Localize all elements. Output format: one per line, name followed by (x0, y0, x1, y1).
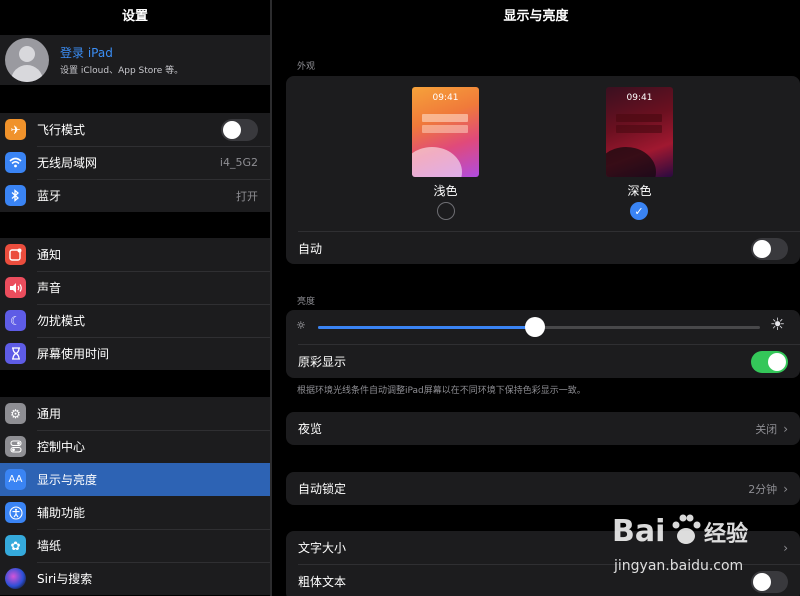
notifications-group: 通知 声音 ☾ 勿扰模式 屏幕使用时间 (0, 238, 270, 370)
sidebar-item-label: 勿扰模式 (37, 314, 86, 328)
sidebar-item-label: 屏幕使用时间 (37, 347, 110, 361)
appearance-section-label: 外观 (297, 62, 316, 72)
appearance-card: 09:41 浅色 09:41 深色 ✓ 自动 (286, 76, 800, 264)
night-shift-card: 夜览 关闭 › (286, 412, 800, 445)
light-mode-preview[interactable]: 09:41 (412, 87, 479, 177)
sidebar: 设置 登录 iPad 设置 iCloud、App Store 等。 ✈ 飞行模式… (0, 0, 270, 596)
brightness-high-icon: ☀ (770, 315, 786, 335)
true-tone-footnote: 根据环境光线条件自动调整iPad屏幕以在不同环境下保持色彩显示一致。 (297, 386, 586, 396)
control-center-icon (5, 436, 26, 457)
light-mode-radio[interactable] (437, 202, 455, 220)
siri-icon (5, 568, 26, 589)
sidebar-item-label: 通知 (37, 248, 62, 262)
auto-lock-row[interactable]: 自动锁定 2分钟 › (286, 472, 800, 505)
true-tone-label: 原彩显示 (298, 355, 347, 369)
sidebar-item-wallpaper[interactable]: ✿ 墙纸 (0, 529, 270, 562)
watermark-url: jingyan.baidu.com (614, 558, 744, 574)
sidebar-item-label: 声音 (37, 281, 62, 295)
brightness-slider-thumb[interactable] (524, 317, 545, 337)
brightness-section-label: 亮度 (297, 297, 316, 307)
light-preview-time: 09:41 (432, 93, 459, 103)
auto-appearance-label: 自动 (298, 242, 323, 256)
wifi-network-value: i4_5G2 (219, 156, 258, 169)
bluetooth-value: 打开 (236, 189, 258, 203)
light-mode-label: 浅色 (433, 184, 458, 198)
dark-preview-time: 09:41 (626, 93, 653, 103)
hourglass-icon (5, 343, 26, 364)
dark-mode-label: 深色 (627, 184, 652, 198)
sidebar-item-label: Siri与搜索 (37, 572, 93, 586)
brightness-slider-fill (318, 326, 535, 329)
watermark-brand: Bai (612, 514, 666, 549)
chevron-right-icon: › (783, 421, 788, 436)
auto-lock-card: 自动锁定 2分钟 › (286, 472, 800, 505)
sidebar-item-label: 显示与亮度 (37, 473, 98, 487)
sidebar-item-do-not-disturb[interactable]: ☾ 勿扰模式 (0, 304, 270, 337)
sidebar-item-general[interactable]: ⚙ 通用 (0, 397, 270, 430)
bluetooth-icon (5, 185, 26, 206)
auto-appearance-row: 自动 (286, 232, 800, 265)
true-tone-row: 原彩显示 (286, 345, 800, 378)
baidu-jingyan-watermark: Bai 经验 jingyan.baidu.com (612, 508, 792, 592)
sidebar-item-siri-search[interactable]: Siri与搜索 (0, 562, 270, 595)
wifi-icon (5, 152, 26, 173)
signin-label: 登录 iPad (60, 46, 113, 60)
night-shift-row[interactable]: 夜览 关闭 › (286, 412, 800, 445)
sidebar-item-wifi[interactable]: 无线局域网 i4_5G2 (0, 146, 270, 179)
sidebar-item-display-brightness[interactable]: AA 显示与亮度 (0, 463, 270, 496)
dark-mode-radio[interactable]: ✓ (630, 202, 648, 220)
sidebar-item-accessibility[interactable]: 辅助功能 (0, 496, 270, 529)
sidebar-item-label: 辅助功能 (37, 506, 86, 520)
display-brightness-pane: 显示与亮度 外观 09:41 浅色 09:41 深色 ✓ 自动 亮度 ☼ ☀ 原… (272, 0, 800, 596)
paw-icon (672, 514, 701, 544)
general-group: ⚙ 通用 控制中心 AA 显示与亮度 辅助功能 ✿ 墙纸 Siri与搜索 (0, 397, 270, 595)
chevron-right-icon: › (783, 481, 788, 496)
notifications-icon (5, 244, 26, 265)
moon-icon: ☾ (5, 310, 26, 331)
sidebar-item-label: 无线局域网 (37, 156, 98, 170)
display-icon: AA (5, 469, 26, 490)
sidebar-item-bluetooth[interactable]: 蓝牙 打开 (0, 179, 270, 212)
sidebar-item-label: 通用 (37, 407, 62, 421)
auto-appearance-toggle[interactable] (751, 237, 788, 260)
connectivity-group: ✈ 飞行模式 无线局域网 i4_5G2 蓝牙 打开 (0, 113, 270, 212)
sidebar-item-notifications[interactable]: 通知 (0, 238, 270, 271)
avatar (5, 38, 49, 82)
night-shift-value: 关闭 (755, 422, 778, 436)
gear-icon: ⚙ (5, 403, 26, 424)
brightness-card: ☼ ☀ 原彩显示 (286, 310, 800, 378)
page-title: 显示与亮度 (503, 9, 569, 24)
dark-mode-preview[interactable]: 09:41 (606, 87, 673, 177)
airplane-mode-toggle[interactable] (221, 118, 258, 141)
brightness-slider[interactable] (318, 317, 760, 337)
sidebar-item-label: 墙纸 (37, 539, 62, 553)
sidebar-item-label: 控制中心 (37, 440, 86, 454)
airplane-icon: ✈ (5, 119, 26, 140)
auto-lock-label: 自动锁定 (298, 482, 347, 496)
sidebar-item-control-center[interactable]: 控制中心 (0, 430, 270, 463)
sidebar-item-airplane-mode[interactable]: ✈ 飞行模式 (0, 113, 270, 146)
true-tone-toggle[interactable] (751, 350, 788, 373)
auto-lock-value: 2分钟 (748, 482, 778, 496)
accessibility-icon (5, 502, 26, 523)
signin-subtitle: 设置 iCloud、App Store 等。 (60, 66, 184, 76)
night-shift-label: 夜览 (298, 422, 323, 436)
sidebar-item-sounds[interactable]: 声音 (0, 271, 270, 304)
sound-icon (5, 277, 26, 298)
wallpaper-icon: ✿ (5, 535, 26, 556)
brightness-low-icon: ☼ (296, 319, 306, 332)
sidebar-item-label: 飞行模式 (37, 123, 86, 137)
sidebar-item-label: 蓝牙 (37, 189, 62, 203)
watermark-suffix: 经验 (704, 522, 749, 547)
sidebar-title: 设置 (121, 9, 148, 24)
sidebar-item-screen-time[interactable]: 屏幕使用时间 (0, 337, 270, 370)
apple-id-signin[interactable]: 登录 iPad 设置 iCloud、App Store 等。 (0, 35, 270, 85)
